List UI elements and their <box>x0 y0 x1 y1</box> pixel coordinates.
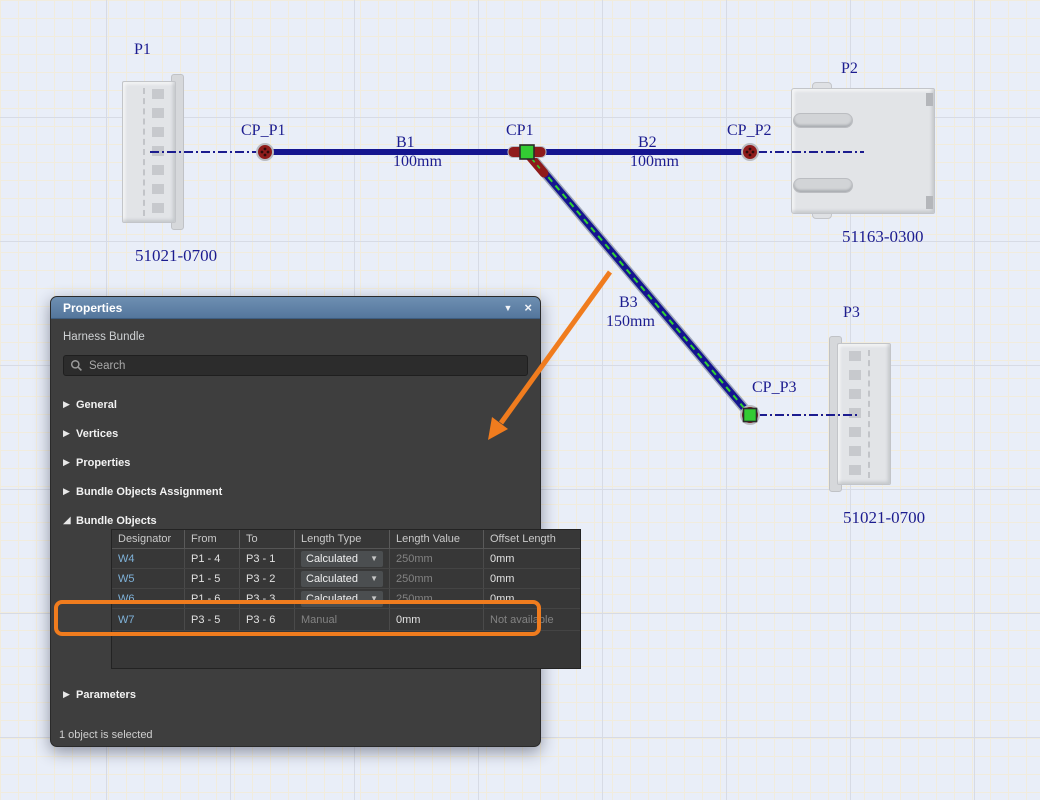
p2-part-number-label: 51163-0300 <box>842 228 924 247</box>
table-row-w5[interactable]: W5 P1 - 5 P3 - 2 Calculated ▼ 250mm 0mm <box>112 569 580 589</box>
chevron-down-icon: ▼ <box>370 554 378 563</box>
cell-to[interactable]: P3 - 2 <box>239 569 294 588</box>
cell-designator[interactable]: W4 <box>112 549 184 568</box>
section-properties[interactable]: ▶ Properties <box>51 448 540 477</box>
p1-part-number-label: 51021-0700 <box>135 247 217 266</box>
b2-length-label: 100mm <box>630 153 679 171</box>
p1-designator-label: P1 <box>134 41 151 59</box>
table-row-w4[interactable]: W4 P1 - 4 P3 - 1 Calculated ▼ 250mm 0mm <box>112 549 580 569</box>
properties-panel: Properties ▼ × Harness Bundle ▶ General … <box>50 296 541 747</box>
annotation-highlight-rect <box>54 600 541 636</box>
length-type-dropdown[interactable]: Calculated ▼ <box>301 571 383 587</box>
section-general[interactable]: ▶ General <box>51 390 540 419</box>
table-header-row: Designator From To Length Type Length Va… <box>112 530 580 549</box>
cp_p1-label: CP_P1 <box>241 122 285 140</box>
b3-length-label: 150mm <box>606 313 655 331</box>
section-parameters[interactable]: ▶ Parameters <box>51 680 540 709</box>
chevron-down-icon: ▼ <box>370 574 378 583</box>
b2-name-label: B2 <box>638 134 657 152</box>
panel-close-button[interactable]: × <box>524 301 532 314</box>
b3-name-label: B3 <box>619 294 638 312</box>
cell-offset-length[interactable]: 0mm <box>483 549 580 568</box>
b1-name-label: B1 <box>396 134 415 152</box>
cp_p2-label: CP_P2 <box>727 122 771 140</box>
panel-title: Properties <box>63 301 491 315</box>
column-header-length-value[interactable]: Length Value <box>389 530 483 548</box>
column-header-from[interactable]: From <box>184 530 239 548</box>
cell-length-value[interactable]: 250mm <box>389 569 483 588</box>
search-input[interactable] <box>89 360 521 372</box>
column-header-to[interactable]: To <box>239 530 294 548</box>
collapsed-arrow-icon: ▶ <box>63 689 76 700</box>
cell-to[interactable]: P3 - 1 <box>239 549 294 568</box>
section-bundle-objects-assignment[interactable]: ▶ Bundle Objects Assignment <box>51 477 540 506</box>
cell-offset-length[interactable]: 0mm <box>483 569 580 588</box>
p3-designator-label: P3 <box>843 304 860 322</box>
cell-length-value[interactable]: 250mm <box>389 549 483 568</box>
length-type-dropdown[interactable]: Calculated ▼ <box>301 551 383 567</box>
status-bar: 1 object is selected <box>59 729 153 741</box>
cell-length-type[interactable]: Calculated ▼ <box>294 549 389 568</box>
section-vertices[interactable]: ▶ Vertices <box>51 419 540 448</box>
cell-from[interactable]: P1 - 4 <box>184 549 239 568</box>
cell-designator[interactable]: W5 <box>112 569 184 588</box>
harness-drawing-canvas: P1 51021-0700 CP_P1 B1 100mm CP1 B2 100m… <box>0 0 1040 800</box>
cp_p3-label: CP_P3 <box>752 379 796 397</box>
cp_p2-marker[interactable] <box>742 144 758 160</box>
cell-from[interactable]: P1 - 5 <box>184 569 239 588</box>
object-type-label: Harness Bundle <box>63 331 528 343</box>
cp_p3-marker[interactable] <box>741 406 759 424</box>
column-header-offset-length[interactable]: Offset Length <box>483 530 580 548</box>
collapsed-arrow-icon: ▶ <box>63 428 76 439</box>
table-empty-area <box>112 631 580 668</box>
collapsed-arrow-icon: ▶ <box>63 486 76 497</box>
search-icon <box>70 359 83 372</box>
cell-length-type[interactable]: Calculated ▼ <box>294 569 389 588</box>
collapsed-arrow-icon: ▶ <box>63 457 76 468</box>
cp1-label: CP1 <box>506 122 534 140</box>
p2-designator-label: P2 <box>841 60 858 78</box>
p3-part-number-label: 51021-0700 <box>843 509 925 528</box>
panel-pin-button[interactable]: ▼ <box>503 303 512 313</box>
properties-panel-titlebar[interactable]: Properties ▼ × <box>51 297 540 319</box>
expanded-arrow-icon: ◢ <box>63 515 76 526</box>
cp_p1-marker[interactable] <box>257 144 273 160</box>
bundle-objects-table: Designator From To Length Type Length Va… <box>111 529 581 669</box>
b1-length-label: 100mm <box>393 153 442 171</box>
collapsed-arrow-icon: ▶ <box>63 399 76 410</box>
column-header-length-type[interactable]: Length Type <box>294 530 389 548</box>
column-header-designator[interactable]: Designator <box>112 530 184 548</box>
search-box[interactable] <box>63 355 528 376</box>
cp1-vertex-handle[interactable] <box>520 145 534 159</box>
